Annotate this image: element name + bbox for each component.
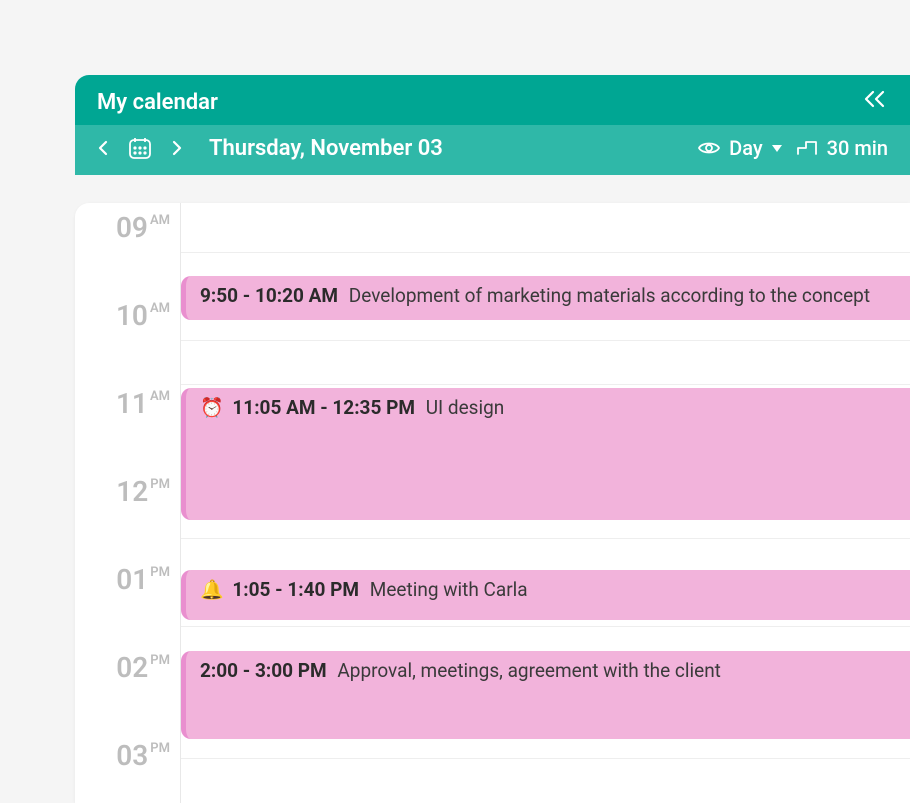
event-time: 11:05 AM - 12:35 PM (232, 396, 415, 419)
hour-label: 01 (116, 563, 148, 596)
alarm-clock-icon: ⏰ (200, 396, 224, 419)
ampm-label: AM (150, 301, 170, 316)
hour-label: 03 (116, 739, 148, 772)
event-description: UI design (426, 396, 505, 419)
eye-icon (697, 139, 721, 157)
hour-label: 11 (116, 387, 148, 420)
event-time: 1:05 - 1:40 PM (232, 578, 359, 601)
hour-label: 09 (116, 211, 148, 244)
calendar-event[interactable]: ⏰ 11:05 AM - 12:35 PM UI design (181, 388, 910, 520)
ampm-label: PM (150, 565, 170, 580)
event-column[interactable]: 9:50 - 10:20 AM Development of marketing… (180, 203, 910, 803)
collapse-panel-icon[interactable] (862, 89, 888, 115)
caret-down-icon (771, 143, 783, 153)
panel-title: My calendar (97, 90, 218, 115)
event-description: Meeting with Carla (370, 578, 528, 601)
interval-label: 30 min (827, 136, 888, 160)
ampm-label: AM (150, 213, 170, 228)
hour-label: 10 (116, 299, 148, 332)
calendar-body: 09AM 10AM 11AM 12PM 01PM 02PM 03PM 9:50 … (75, 203, 910, 803)
steps-icon (795, 138, 819, 158)
calendar-event[interactable]: 9:50 - 10:20 AM Development of marketing… (181, 276, 910, 320)
view-mode-label: Day (729, 136, 763, 160)
view-mode-selector[interactable]: Day (697, 136, 783, 160)
event-description: Approval, meetings, agreement with the c… (337, 659, 721, 682)
prev-day-button[interactable] (97, 140, 109, 156)
ampm-label: PM (150, 477, 170, 492)
ampm-label: PM (150, 653, 170, 668)
calendar-event[interactable]: 2:00 - 3:00 PM Approval, meetings, agree… (181, 651, 910, 739)
calendar-event[interactable]: 🔔 1:05 - 1:40 PM Meeting with Carla (181, 570, 910, 620)
next-day-button[interactable] (171, 140, 183, 156)
event-time: 2:00 - 3:00 PM (200, 659, 327, 682)
event-time: 9:50 - 10:20 AM (200, 284, 338, 307)
current-date-label: Thursday, November 03 (209, 136, 443, 161)
calendar-header: My calendar (75, 75, 910, 175)
event-description: Development of marketing materials accor… (349, 284, 870, 307)
ampm-label: PM (150, 741, 170, 756)
bell-icon: 🔔 (200, 578, 224, 601)
hour-label: 02 (116, 651, 148, 684)
hour-label: 12 (116, 475, 148, 508)
interval-selector[interactable]: 30 min (795, 136, 888, 160)
ampm-label: AM (150, 389, 170, 404)
time-column: 09AM 10AM 11AM 12PM 01PM 02PM 03PM (75, 203, 180, 803)
calendar-icon[interactable] (127, 135, 153, 161)
